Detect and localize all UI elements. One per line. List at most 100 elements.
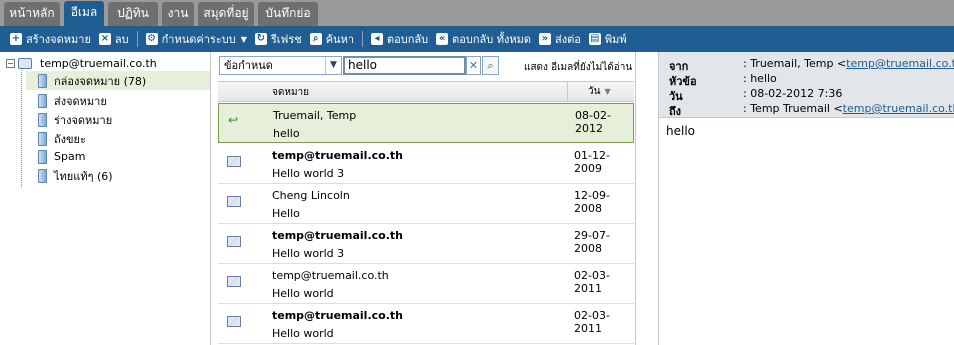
message-subject: hello [273, 127, 300, 140]
message-row[interactable]: Cheng Lincoln Hello 12-09-2008 [218, 184, 634, 224]
folder-label: กล่องจดหมาย (78) [54, 74, 147, 88]
folder-icon [38, 149, 47, 164]
preview-from-name: : Truemail, Temp < [743, 57, 847, 70]
message-list-panel: ข้อกำหนด ▼ hello ✕ ⌕ แสดง อีเมลที่ยังไม่… [216, 52, 636, 345]
preview-to-name: : Temp Truemail < [743, 102, 843, 115]
folder-icon [38, 93, 47, 108]
collapse-icon[interactable]: − [6, 58, 15, 68]
folder-icon [38, 112, 47, 127]
message-row[interactable]: temp@truemail.co.th Hello world 3 29-07-… [218, 224, 634, 264]
tree-line [21, 67, 22, 187]
replied-icon: ↩ [228, 113, 239, 127]
reply-all-label: ตอบกลับ ทั้งหมด [452, 33, 532, 46]
search-label: ค้นหา [325, 33, 355, 46]
envelope-icon [227, 156, 241, 167]
clear-search-button[interactable]: ✕ [466, 56, 481, 75]
envelope-icon [227, 276, 241, 287]
folder-drafts[interactable]: ร่างจดหมาย [26, 110, 112, 129]
toolbar: + สร้างจดหมาย × ลบ ⚙ กำหนดค่าระบบ ▼ ↻ รี… [0, 26, 954, 52]
delete-button[interactable]: × ลบ [95, 26, 133, 52]
tab-notes[interactable]: บันทึกย่อ [258, 2, 318, 26]
preview-to-value: : Temp Truemail <temp@truemail.co.th>; [743, 102, 954, 115]
reply-all-icon: « [436, 33, 449, 45]
envelope-icon [227, 196, 241, 207]
tab-calendar[interactable]: ปฏิทิน [108, 2, 158, 26]
message-from: Truemail, Temp [273, 109, 357, 122]
plus-icon: + [10, 33, 22, 45]
settings-button[interactable]: ⚙ กำหนดค่าระบบ ▼ [142, 26, 251, 52]
column-header-date[interactable]: วัน ▼ [567, 82, 634, 101]
folder-sent[interactable]: ส่งจดหมาย [26, 91, 107, 110]
search-input[interactable]: hello [343, 56, 466, 75]
tab-email[interactable]: อีเมล [64, 1, 104, 26]
delete-label: ลบ [114, 33, 129, 46]
message-date: 29-07-2008 [574, 229, 610, 255]
preview-from-email[interactable]: temp@truemail.co.th [846, 57, 954, 70]
message-date: 02-03-2011 [574, 269, 610, 295]
message-row[interactable]: temp@truemail.co.th Hello world 02-03-20… [218, 264, 634, 304]
folder-spam[interactable]: Spam [26, 147, 85, 166]
filter-select-value: ข้อกำหนด [224, 59, 273, 72]
reply-all-button[interactable]: « ตอบกลับ ทั้งหมด [432, 26, 535, 52]
sort-desc-icon: ▼ [604, 87, 611, 96]
chevron-down-icon: ▼ [240, 34, 247, 44]
forward-label: ส่งต่อ [555, 33, 581, 46]
show-unread-link[interactable]: แสดง อีเมลที่ยังไม่ได้อ่าน [524, 60, 632, 75]
toolbar-separator [362, 31, 364, 47]
search-submit-button[interactable]: ⌕ [482, 56, 499, 75]
message-subject: Hello [272, 207, 300, 220]
refresh-button[interactable]: ↻ รีเฟรช [251, 26, 306, 52]
column-header-subject[interactable]: จดหมาย [272, 85, 309, 100]
folder-custom[interactable]: ไทยแท้ๆ (6) [26, 166, 113, 185]
tab-address-book[interactable]: สมุดที่อยู่ [198, 2, 254, 26]
forward-icon: » [539, 33, 552, 45]
filter-bar: ข้อกำหนด ▼ hello ✕ ⌕ แสดง อีเมลที่ยังไม่… [216, 52, 636, 80]
tab-home[interactable]: หน้าหลัก [4, 2, 60, 26]
preview-to-label: ถึง [669, 105, 682, 118]
preview-date-value: : 08-02-2012 7:36 [743, 87, 843, 100]
reply-label: ตอบกลับ [387, 33, 429, 46]
folder-trash[interactable]: ถังขยะ [26, 129, 86, 148]
envelope-icon [227, 236, 241, 247]
refresh-label: รีเฟรช [270, 33, 302, 46]
message-row[interactable]: temp@truemail.co.th Hello world 02-03-20… [218, 304, 634, 344]
new-mail-button[interactable]: + สร้างจดหมาย [6, 26, 95, 52]
delete-icon: × [98, 33, 111, 45]
preview-to-email[interactable]: temp@truemail.co.th [843, 102, 954, 115]
folder-inbox[interactable]: กล่องจดหมาย (78) [26, 71, 210, 90]
message-from: temp@truemail.co.th [272, 229, 403, 242]
folder-label: ส่งจดหมาย [54, 94, 107, 108]
envelope-icon [227, 316, 241, 327]
search-input-value: hello [348, 58, 377, 72]
filter-select[interactable]: ข้อกำหนด ▼ [219, 56, 342, 75]
search-button[interactable]: ⌕ ค้นหา [306, 26, 358, 52]
reply-icon: ◂ [371, 33, 384, 45]
reply-button[interactable]: ◂ ตอบกลับ [367, 26, 432, 52]
folder-icon [38, 131, 47, 146]
tab-tasks[interactable]: งาน [162, 2, 194, 26]
top-tab-bar: หน้าหลัก อีเมล ปฏิทิน งาน สมุดที่อยู่ บั… [0, 0, 954, 26]
preview-from-value: : Truemail, Temp <temp@truemail.co.th> [743, 57, 954, 70]
forward-button[interactable]: » ส่งต่อ [535, 26, 585, 52]
folder-label: ถังขยะ [54, 132, 86, 146]
chevron-down-icon[interactable]: ▼ [325, 57, 341, 74]
search-icon: ⌕ [309, 33, 322, 45]
account-label: temp@truemail.co.th [40, 56, 157, 70]
account-node[interactable]: − temp@truemail.co.th [6, 55, 157, 71]
column-header-date-label: วัน [588, 86, 601, 97]
folder-icon [38, 168, 47, 183]
message-row[interactable]: temp@truemail.co.th Hello world 3 01-12-… [218, 144, 634, 184]
message-from: temp@truemail.co.th [272, 309, 403, 322]
message-subject: Hello world 3 [272, 247, 345, 260]
settings-label: กำหนดค่าระบบ [161, 33, 236, 46]
message-date: 01-12-2009 [574, 149, 610, 175]
print-button[interactable]: ▤ พิมพ์ [585, 26, 631, 52]
message-from: Cheng Lincoln [272, 189, 350, 202]
message-from: temp@truemail.co.th [272, 269, 389, 282]
gear-icon: ⚙ [145, 33, 158, 45]
folder-label: ร่างจดหมาย [54, 113, 113, 127]
message-date: 12-09-2008 [574, 189, 610, 215]
computer-icon [18, 57, 32, 69]
message-subject: Hello world [272, 327, 334, 340]
message-row[interactable]: ↩ Truemail, Temp hello 08-02-2012 [218, 103, 634, 143]
